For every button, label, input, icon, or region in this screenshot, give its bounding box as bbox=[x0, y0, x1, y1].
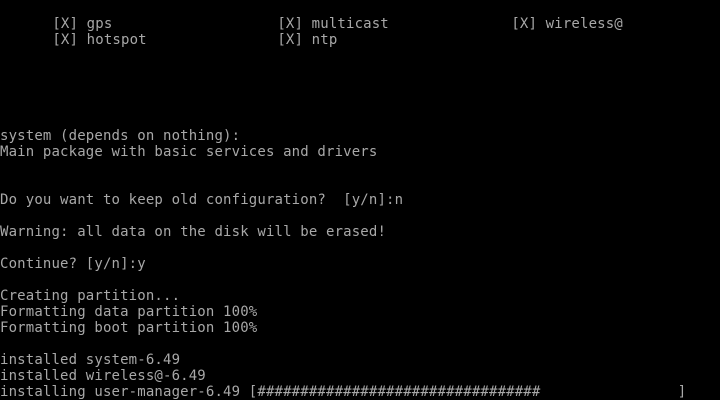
package-name: hotspot bbox=[86, 32, 147, 48]
package-name: ntp bbox=[311, 32, 338, 48]
package-name: wireless@ bbox=[545, 16, 623, 32]
package-description-text: Main package with basic services and dri… bbox=[0, 144, 378, 160]
package-item-gps: [X] gps bbox=[18, 0, 112, 32]
package-item-hotspot: [X] hotspot bbox=[18, 16, 147, 48]
keep-config-prompt: Do you want to keep old configuration? [… bbox=[0, 192, 404, 208]
format-data-status: Formatting data partition 100% bbox=[0, 304, 258, 320]
package-check-mark: [X] bbox=[511, 16, 538, 32]
package-item-multicast: [X] multicast bbox=[243, 0, 389, 32]
continue-prompt: Continue? [y/n]:y bbox=[0, 256, 146, 272]
installing-progress-line: installing user-manager-6.49 [##########… bbox=[0, 384, 687, 400]
package-check-mark: [X] bbox=[277, 32, 304, 48]
format-boot-status: Formatting boot partition 100% bbox=[0, 320, 258, 336]
erase-warning: Warning: all data on the disk will be er… bbox=[0, 224, 387, 240]
installed-system-status: installed system-6.49 bbox=[0, 352, 181, 368]
installed-wireless-status: installed wireless@-6.49 bbox=[0, 368, 206, 384]
package-item-wireless: [X] wireless@ bbox=[477, 0, 623, 32]
package-item-ntp: [X] ntp bbox=[243, 16, 337, 48]
terminal-screen: [X] gps [X] multicast [X] wireless@ [X] … bbox=[0, 0, 720, 400]
creating-partition-status: Creating partition... bbox=[0, 288, 181, 304]
package-check-mark: [X] bbox=[52, 32, 79, 48]
package-description-title: system (depends on nothing): bbox=[0, 128, 241, 144]
